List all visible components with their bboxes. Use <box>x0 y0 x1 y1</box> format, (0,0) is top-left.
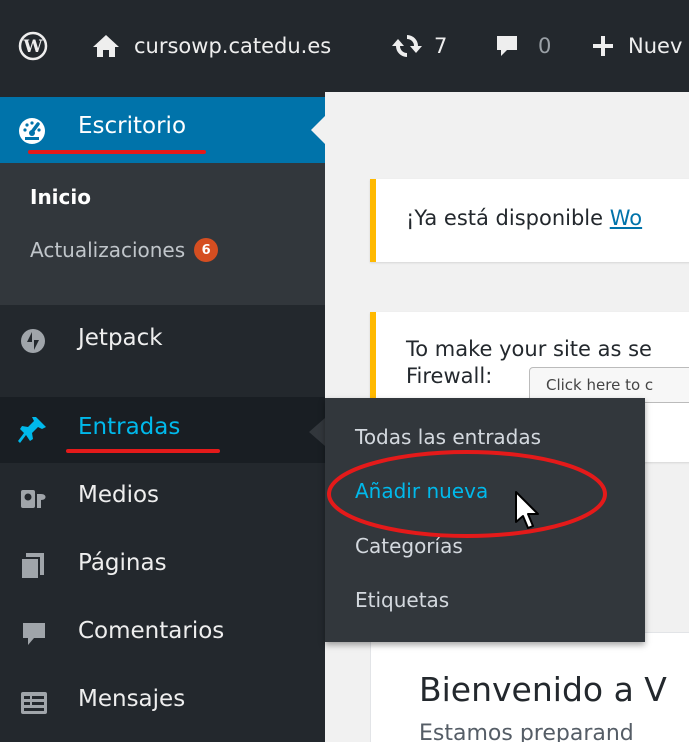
jetpack-icon <box>21 329 45 353</box>
updates-count: 7 <box>434 34 448 58</box>
submenu-item-home[interactable]: Inicio <box>30 185 91 209</box>
wordpress-logo-icon[interactable]: W <box>18 0 48 92</box>
menu-item-posts[interactable]: Entradas <box>0 397 325 463</box>
updates-link[interactable]: 7 <box>392 0 447 92</box>
new-label: Nuev <box>628 34 683 58</box>
submenu-item-updates[interactable]: Actualizaciones 6 <box>30 238 219 262</box>
pushpin-icon <box>18 417 46 443</box>
welcome-panel: Bienvenido a V Estamos preparand <box>370 632 689 742</box>
red-underline-annotation <box>28 150 206 154</box>
firewall-setup-button-label: Click here to c <box>546 376 654 394</box>
flyout-item-tags[interactable]: Etiquetas <box>355 588 449 612</box>
menu-label-jetpack: Jetpack <box>78 325 163 351</box>
new-content-link[interactable]: Nuev <box>592 0 682 92</box>
menu-label-pages: Páginas <box>78 550 167 576</box>
admin-bar: W cursowp.catedu.es 7 0 Nuev <box>0 0 689 92</box>
comment-bubble-icon <box>23 623 45 645</box>
menu-label-dashboard: Escritorio <box>78 113 187 139</box>
red-circle-annotation <box>327 450 607 538</box>
site-link[interactable]: cursowp.catedu.es <box>92 0 331 92</box>
media-camera-icon <box>21 490 46 508</box>
comments-link[interactable]: 0 <box>494 0 551 92</box>
comments-count: 0 <box>538 34 552 58</box>
plus-icon <box>593 36 613 56</box>
refresh-icon <box>392 35 422 57</box>
home-icon <box>93 35 119 57</box>
dashboard-gauge-icon <box>19 118 45 144</box>
menu-item-pages[interactable]: Páginas <box>0 533 325 599</box>
menu-label-media: Medios <box>78 482 160 508</box>
welcome-subtitle: Estamos preparand <box>419 721 634 742</box>
firewall-notice-text: To make your site as se <box>406 337 652 361</box>
welcome-title: Bienvenido a V <box>419 670 667 709</box>
updates-badge: 6 <box>194 238 219 262</box>
svg-text:W: W <box>22 37 43 57</box>
comment-bubble-icon <box>497 36 517 56</box>
update-notice-text: ¡Ya está disponible <box>406 206 610 230</box>
menu-item-dashboard[interactable]: Escritorio <box>0 97 325 163</box>
menu-item-media[interactable]: Medios <box>0 465 325 531</box>
admin-sidebar: Escritorio Inicio Actualizaciones 6 Jetp… <box>0 92 325 742</box>
update-notice-link[interactable]: Wo <box>610 206 642 230</box>
site-name: cursowp.catedu.es <box>134 34 332 58</box>
firewall-label: Firewall: <box>406 364 493 388</box>
menu-item-comments[interactable]: Comentarios <box>0 601 325 667</box>
menu-label-comments: Comentarios <box>78 618 225 644</box>
submenu-label-updates: Actualizaciones <box>30 238 186 262</box>
dashboard-submenu: Inicio Actualizaciones 6 <box>0 163 325 305</box>
messages-form-icon <box>21 692 47 714</box>
menu-label-posts: Entradas <box>78 414 181 440</box>
update-notice: ¡Ya está disponible Wo <box>370 179 689 262</box>
pages-icon <box>20 553 44 580</box>
red-underline-annotation <box>66 449 220 453</box>
menu-label-messages: Mensajes <box>78 686 186 712</box>
mouse-cursor-icon <box>515 491 539 529</box>
menu-item-messages[interactable]: Mensajes <box>0 669 325 735</box>
current-menu-arrow <box>311 116 325 144</box>
menu-item-jetpack[interactable]: Jetpack <box>0 308 325 374</box>
